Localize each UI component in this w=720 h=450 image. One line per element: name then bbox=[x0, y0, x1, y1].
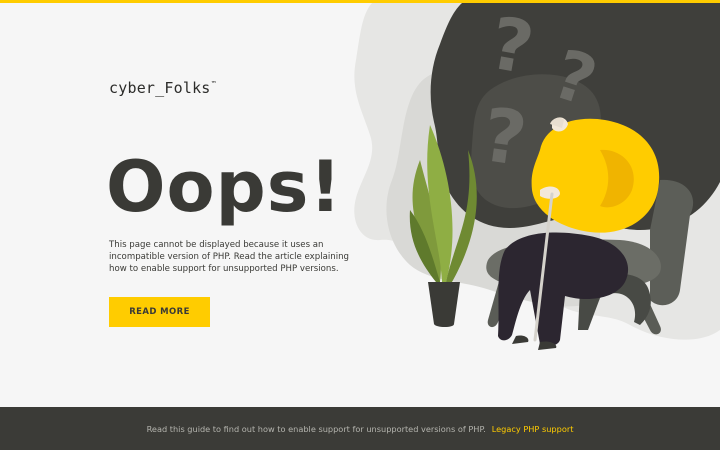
page-title: Oops! bbox=[106, 146, 343, 228]
person-legs bbox=[498, 232, 629, 347]
footer: Read this guide to find out how to enabl… bbox=[0, 407, 720, 450]
logo-text: cyber_Folks bbox=[109, 79, 211, 97]
person-shoe-left bbox=[512, 335, 529, 344]
person-hand bbox=[540, 186, 560, 199]
trademark-mark: ™ bbox=[211, 80, 216, 88]
legacy-php-support-link[interactable]: Legacy PHP support bbox=[492, 424, 574, 434]
footer-text: Read this guide to find out how to enabl… bbox=[146, 423, 486, 434]
error-description: This page cannot be displayed because it… bbox=[109, 240, 350, 274]
plant-pot bbox=[428, 282, 460, 327]
brand-logo: cyber_Folks™ bbox=[109, 79, 216, 97]
read-more-button[interactable]: READ MORE bbox=[109, 297, 210, 327]
